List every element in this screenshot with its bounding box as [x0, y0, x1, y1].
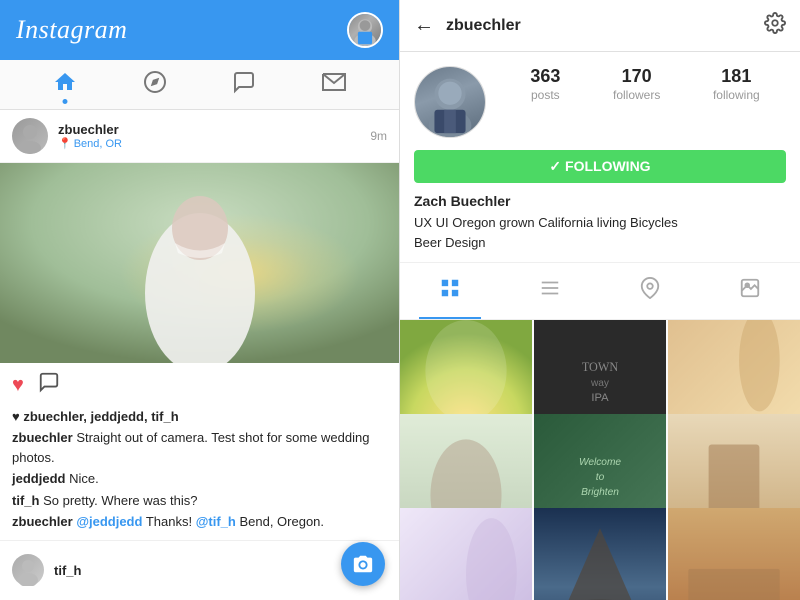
tab-grid[interactable]: [419, 273, 481, 309]
nav-home[interactable]: [53, 70, 77, 100]
camera-fab-left[interactable]: [341, 542, 385, 586]
right-panel: ← zbuechler: [400, 0, 800, 600]
next-post-preview: tif_h: [12, 554, 81, 586]
nav-inbox[interactable]: [322, 70, 346, 100]
action-icons-row: ♥: [12, 371, 387, 399]
comment-3: tif_h So pretty. Where was this?: [12, 491, 387, 511]
post-actions: ♥: [0, 363, 399, 409]
svg-text:Welcome: Welcome: [579, 457, 621, 468]
next-post-username[interactable]: tif_h: [54, 563, 81, 578]
comment-1: zbuechler Straight out of camera. Test s…: [12, 428, 387, 467]
comment-text-4a: Thanks!: [146, 514, 192, 529]
comment-text-2: Nice.: [69, 471, 99, 486]
posts-label: posts: [531, 88, 560, 102]
post-header: zbuechler 📍 Bend, OR 9m: [0, 110, 399, 163]
svg-text:to: to: [596, 472, 605, 483]
instagram-logo: Instagram: [16, 15, 127, 45]
post-location[interactable]: 📍 Bend, OR: [58, 137, 370, 150]
location-pin-icon: 📍: [58, 137, 72, 150]
profile-bio: UX UI Oregon grown California living Bic…: [414, 213, 786, 252]
followers-count: 170: [622, 66, 652, 88]
tab-tagged[interactable]: [719, 273, 781, 309]
comment-username-1[interactable]: zbuechler: [12, 430, 73, 445]
bio-line1: UX UI Oregon grown California living Bic…: [414, 215, 678, 230]
profile-stats: 363 posts 170 followers 181 following: [504, 66, 786, 102]
post-likes: ♥ zbuechler, jeddjedd, tif_h: [0, 409, 399, 424]
profile-full-name: Zach Buechler: [414, 193, 786, 209]
following-count: 181: [721, 66, 751, 88]
comment-4: zbuechler @jeddjedd Thanks! @tif_h Bend,…: [12, 512, 387, 532]
settings-gear-icon[interactable]: [764, 12, 786, 40]
comment-button[interactable]: [38, 371, 60, 399]
grid-photo-7[interactable]: [400, 508, 532, 600]
comment-2: jeddjedd Nice.: [12, 469, 387, 489]
nav-explore[interactable]: [143, 70, 167, 100]
nav-activity[interactable]: [232, 70, 256, 100]
profile-top: 363 posts 170 followers 181 following: [414, 66, 786, 138]
tab-location[interactable]: [619, 273, 681, 309]
svg-text:way: way: [590, 378, 610, 389]
mention-tif_h[interactable]: @tif_h: [196, 514, 236, 529]
profile-avatar-image: [415, 67, 485, 137]
stat-posts: 363 posts: [530, 66, 560, 102]
post-image-svg: [0, 163, 400, 363]
like-button[interactable]: ♥: [12, 374, 24, 397]
svg-text:IPA: IPA: [591, 392, 609, 404]
follow-button[interactable]: ✓ FOLLOWING: [414, 150, 786, 183]
left-panel: Instagram: [0, 0, 400, 600]
post-time: 9m: [370, 129, 387, 143]
post-username[interactable]: zbuechler: [58, 122, 370, 137]
post-user-avatar[interactable]: [12, 118, 48, 154]
comment-username-4[interactable]: zbuechler: [12, 514, 73, 529]
stat-followers: 170 followers: [613, 66, 660, 102]
left-bottom-area: tif_h: [0, 540, 399, 600]
post-image: [0, 163, 400, 363]
svg-text:TOWN: TOWN: [582, 360, 618, 374]
posts-count: 363: [530, 66, 560, 88]
post-user-info: zbuechler 📍 Bend, OR: [58, 122, 370, 150]
photo-grid: TOWN way IPA: [400, 320, 800, 600]
tab-list[interactable]: [519, 273, 581, 309]
comment-text-3: So pretty. Where was this?: [43, 493, 197, 508]
header-avatar-image: [349, 14, 381, 46]
header-avatar[interactable]: [347, 12, 383, 48]
back-button[interactable]: ←: [414, 14, 434, 37]
next-post-avatar[interactable]: [12, 554, 44, 586]
profile-nav-username: zbuechler: [446, 17, 752, 35]
bio-line2: Beer Design: [414, 235, 486, 250]
grid-photo-9[interactable]: [668, 508, 800, 600]
stat-following: 181 following: [713, 66, 760, 102]
followers-label: followers: [613, 88, 660, 102]
grid-photo-8[interactable]: [534, 508, 666, 600]
following-label: following: [713, 88, 760, 102]
profile-tabs: [400, 263, 800, 320]
instagram-header: Instagram: [0, 0, 399, 60]
svg-text:Brighten: Brighten: [581, 487, 619, 498]
profile-avatar[interactable]: [414, 66, 486, 138]
comment-username-2[interactable]: jeddjedd: [12, 471, 65, 486]
nav-bar: [0, 60, 399, 110]
post-comments: zbuechler Straight out of camera. Test s…: [0, 428, 399, 540]
comment-username-3[interactable]: tif_h: [12, 493, 39, 508]
comment-text-4b: Bend, Oregon.: [239, 514, 324, 529]
profile-nav: ← zbuechler: [400, 0, 800, 52]
profile-info: 363 posts 170 followers 181 following ✓ …: [400, 52, 800, 263]
mention-jeddjedd[interactable]: @jeddjedd: [76, 514, 142, 529]
